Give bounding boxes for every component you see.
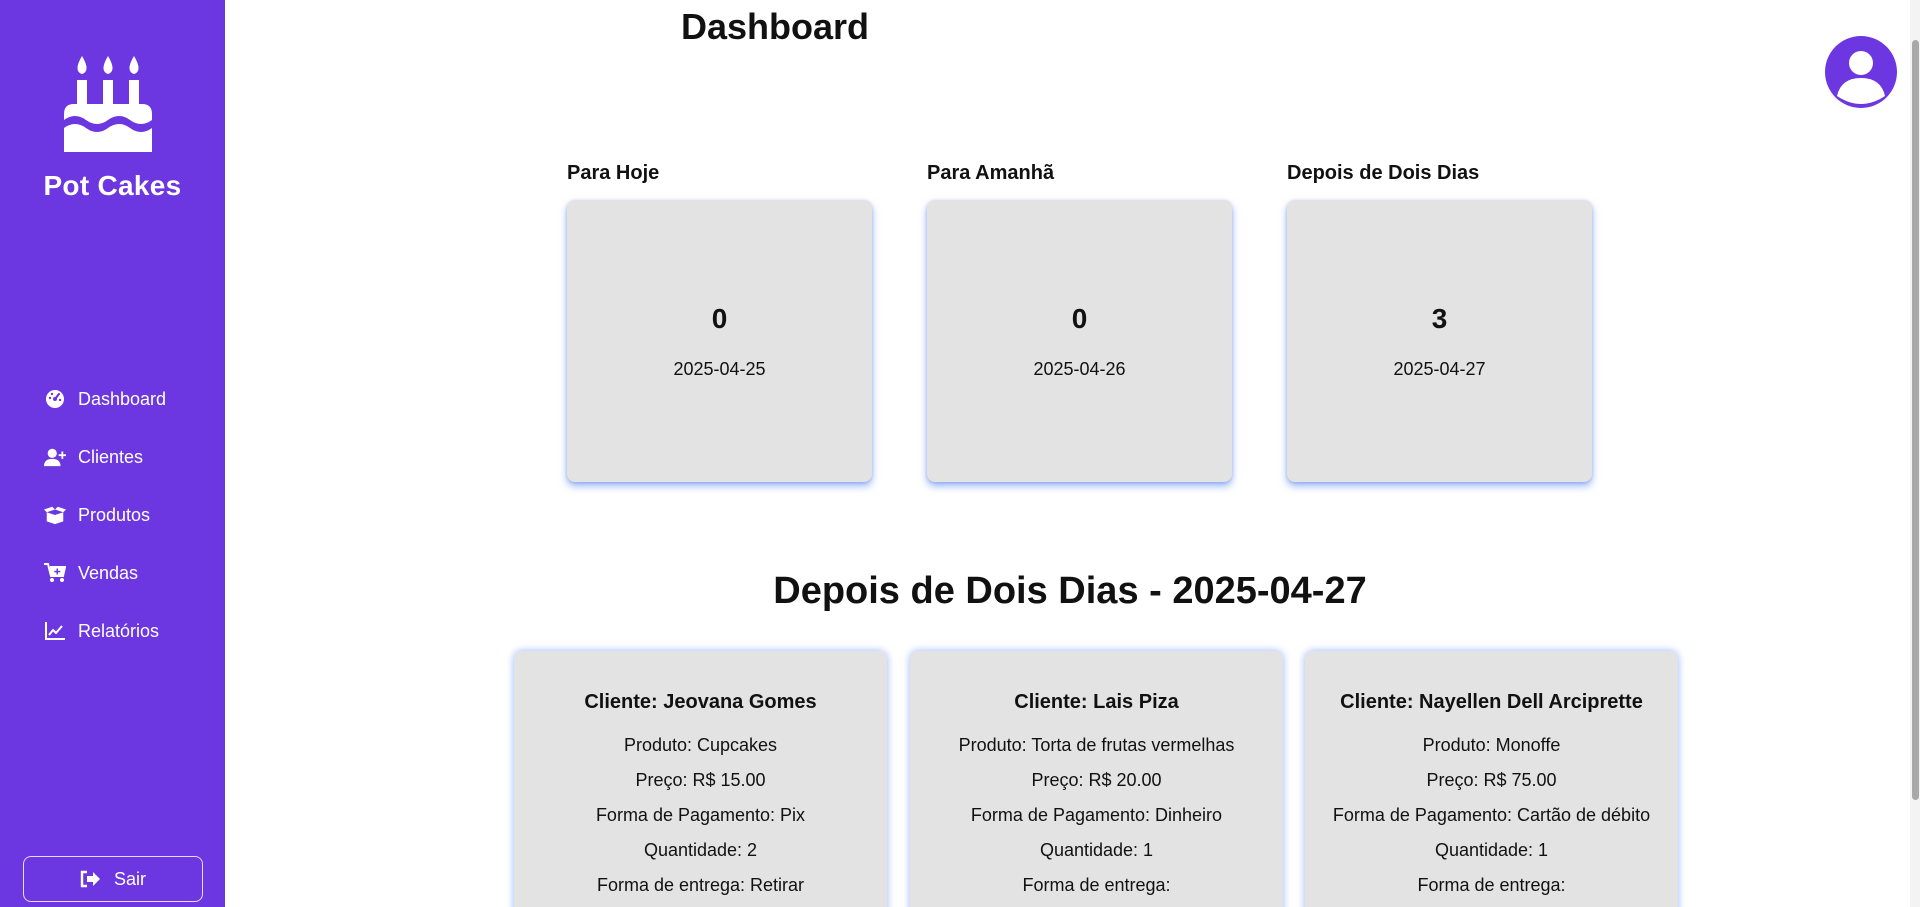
order-price: Preço: R$ 20.00 bbox=[1031, 770, 1162, 790]
logout-button[interactable]: Sair bbox=[23, 856, 203, 902]
cart-plus-icon bbox=[44, 562, 66, 584]
order-quantity: Quantidade: 1 bbox=[1434, 840, 1549, 860]
sidebar-item-label: Relatórios bbox=[78, 620, 160, 641]
sidebar-item-label: Vendas bbox=[78, 562, 139, 583]
order-card: Cliente: Jeovana Gomes Produto: Cupcakes… bbox=[514, 651, 887, 907]
summary-box[interactable]: 0 2025-04-26 bbox=[927, 200, 1232, 482]
page-title-text: Dashboard bbox=[680, 6, 870, 47]
scrollbar-thumb[interactable] bbox=[1912, 40, 1919, 800]
summary-caption: Para Hoje bbox=[567, 162, 660, 184]
sidebar-item-produtos[interactable]: Produtos bbox=[0, 486, 225, 544]
order-price: Preço: R$ 15.00 bbox=[635, 770, 766, 790]
sidebar-item-label: Dashboard bbox=[78, 388, 167, 409]
user-circle-icon[interactable] bbox=[1825, 36, 1897, 108]
order-delivery: Forma de entrega: Retirar bbox=[596, 875, 805, 895]
birthday-cake-icon bbox=[64, 56, 152, 152]
summary-count: 0 bbox=[1071, 302, 1088, 334]
summary-count: 3 bbox=[1431, 302, 1448, 334]
sidebar-item-relatorios[interactable]: Relatórios bbox=[0, 602, 225, 660]
logout-label: Sair bbox=[113, 868, 146, 889]
order-client: Cliente: Lais Piza bbox=[1014, 691, 1179, 713]
page-title: Dashboard bbox=[225, 6, 1920, 48]
summary-count: 0 bbox=[711, 302, 728, 334]
user-plus-icon bbox=[44, 446, 66, 468]
sidebar: Pot Cakes Dashboard Clientes Produtos Ve… bbox=[0, 0, 225, 907]
order-quantity: Quantidade: 1 bbox=[1039, 840, 1154, 860]
order-quantity: Quantidade: 2 bbox=[643, 840, 758, 860]
order-payment: Forma de Pagamento: Cartão de débito bbox=[1332, 805, 1651, 825]
order-price: Preço: R$ 75.00 bbox=[1426, 770, 1557, 790]
summary-caption: Para Amanhã bbox=[927, 162, 1055, 184]
summary-card-today: Para Hoje 0 2025-04-25 bbox=[567, 162, 872, 482]
summary-date: 2025-04-26 bbox=[1033, 358, 1126, 379]
summary-date: 2025-04-25 bbox=[673, 358, 766, 379]
sidebar-item-clientes[interactable]: Clientes bbox=[0, 428, 225, 486]
summary-card-two-days: Depois de Dois Dias 3 2025-04-27 bbox=[1287, 162, 1592, 482]
summary-box[interactable]: 3 2025-04-27 bbox=[1287, 200, 1592, 482]
order-card: Cliente: Lais Piza Produto: Torta de fru… bbox=[910, 651, 1283, 907]
sidebar-item-label: Clientes bbox=[78, 446, 144, 467]
order-payment: Forma de Pagamento: Dinheiro bbox=[970, 805, 1223, 825]
summary-card-tomorrow: Para Amanhã 0 2025-04-26 bbox=[927, 162, 1232, 482]
box-open-icon bbox=[44, 504, 66, 526]
order-delivery: Forma de entrega: bbox=[1417, 875, 1566, 895]
order-card: Cliente: Nayellen Dell Arciprette Produt… bbox=[1305, 651, 1678, 907]
sidebar-item-vendas[interactable]: Vendas bbox=[0, 544, 225, 602]
sidebar-item-label: Produtos bbox=[78, 504, 151, 525]
order-client: Cliente: Nayellen Dell Arciprette bbox=[1340, 691, 1643, 713]
order-client: Cliente: Jeovana Gomes bbox=[584, 691, 817, 713]
summary-box[interactable]: 0 2025-04-25 bbox=[567, 200, 872, 482]
summary-caption: Depois de Dois Dias bbox=[1287, 162, 1480, 184]
order-product: Produto: Monoffe bbox=[1422, 735, 1561, 755]
gauge-icon bbox=[44, 388, 66, 410]
sidebar-item-dashboard[interactable]: Dashboard bbox=[0, 370, 225, 428]
chart-line-icon bbox=[44, 620, 66, 642]
sign-out-icon bbox=[80, 869, 102, 889]
order-product: Produto: Cupcakes bbox=[623, 735, 778, 755]
app: Pot Cakes Dashboard Clientes Produtos Ve… bbox=[0, 0, 1920, 907]
order-delivery: Forma de entrega: bbox=[1022, 875, 1171, 895]
sidebar-nav: Dashboard Clientes Produtos Vendas Relat… bbox=[0, 370, 225, 660]
order-product: Produto: Torta de frutas vermelhas bbox=[958, 735, 1235, 755]
section-title: Depois de Dois Dias - 2025-04-27 bbox=[773, 570, 1367, 612]
order-payment: Forma de Pagamento: Pix bbox=[595, 805, 806, 825]
brand-name: Pot Cakes bbox=[43, 170, 182, 201]
summary-date: 2025-04-27 bbox=[1393, 358, 1486, 379]
